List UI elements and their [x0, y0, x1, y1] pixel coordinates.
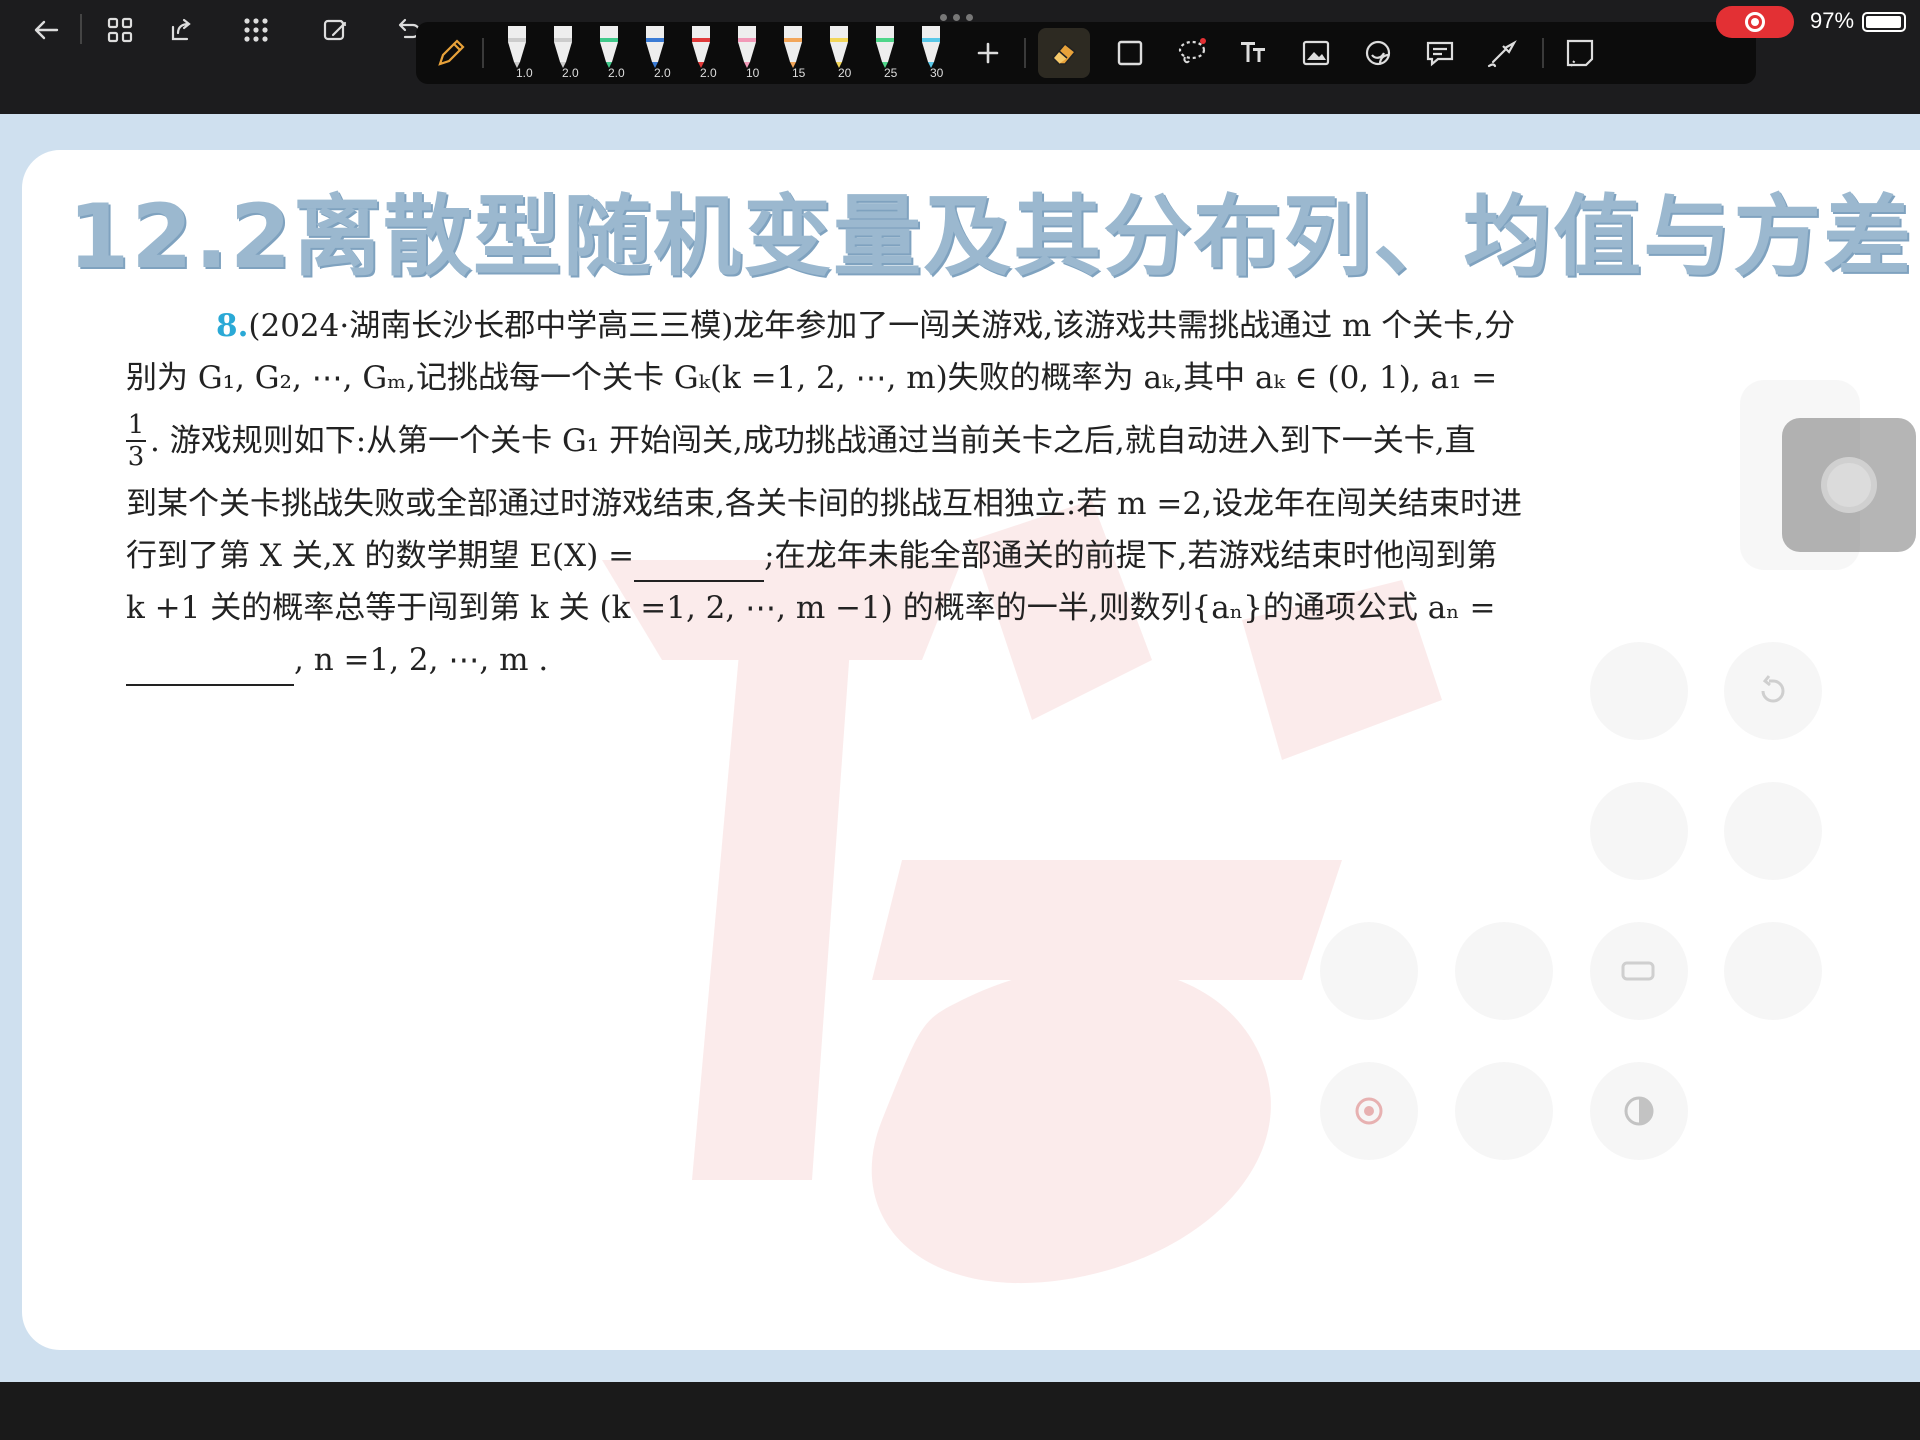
- pen-icon: [738, 26, 756, 68]
- question-text: ;在龙年未能全部通关的前提下,若游戏结束时他闯到第: [764, 538, 1498, 574]
- divider: [1542, 38, 1544, 68]
- question-block: 8.(2024·湖南长沙长郡中学高三三模)龙年参加了一闯关游戏,该游戏共需挑战通…: [126, 300, 1686, 686]
- divider: [80, 14, 82, 44]
- app-bar: 1.0 2.0 2.0 2.0 2.0 10 15 20 25 30 97%: [0, 0, 1920, 114]
- pen-icon: [508, 26, 526, 68]
- pen-icon: [922, 26, 940, 68]
- assistive-menu-ghost-button: [1320, 922, 1418, 1020]
- assistive-menu-ghost-button: [1455, 922, 1553, 1020]
- pen-preset[interactable]: 10: [726, 22, 772, 84]
- pen-preset[interactable]: 2.0: [588, 22, 634, 84]
- section-title: 12.2离散型随机变量及其分布列、均值与方差: [68, 185, 1914, 288]
- pen-icon: [830, 26, 848, 68]
- bottom-bar: [0, 1382, 1920, 1440]
- sticker-icon[interactable]: [1354, 28, 1402, 78]
- thumbnails-grid-icon[interactable]: [98, 8, 142, 52]
- image-insert-icon[interactable]: [1292, 28, 1340, 78]
- question-text: , n =1, 2, ⋯, m .: [294, 642, 549, 678]
- answer-blank-1: [634, 548, 765, 582]
- laser-pointer-icon[interactable]: [1478, 28, 1526, 78]
- fraction-denominator: 3: [127, 442, 145, 472]
- fraction-numerator: 1: [127, 410, 145, 440]
- divider: [482, 38, 484, 68]
- pen-size-label: 2.0: [654, 66, 671, 80]
- assistive-touch-button[interactable]: [1782, 418, 1916, 552]
- edit-page-icon[interactable]: [314, 8, 358, 52]
- screen-recording-indicator[interactable]: [1716, 6, 1794, 38]
- pen-size-label: 20: [838, 66, 852, 80]
- pen-preset[interactable]: 2.0: [680, 22, 726, 84]
- pen-preset[interactable]: 30: [910, 22, 956, 84]
- pen-size-label: 30: [930, 66, 944, 80]
- assistive-menu-ghost-button: [1590, 782, 1688, 880]
- assistive-menu-ghost-button: [1724, 922, 1822, 1020]
- battery-ghost-icon: [1590, 922, 1688, 1020]
- text-tool-icon[interactable]: [1230, 28, 1278, 78]
- question-text: . 游戏规则如下:从第一个关卡 G₁ 开始闯关,成功挑战通过当前关卡之后,就自动…: [150, 423, 1476, 459]
- pen-size-label: 2.0: [700, 66, 717, 80]
- assistive-touch-knob: [1821, 457, 1877, 513]
- divider: [1024, 38, 1026, 68]
- pen-preset[interactable]: 15: [772, 22, 818, 84]
- comment-icon[interactable]: [1416, 28, 1464, 78]
- document-page[interactable]: 12.2离散型随机变量及其分布列、均值与方差 8.(2024·湖南长沙长郡中学高…: [22, 150, 1920, 1350]
- pen-size-label: 1.0: [516, 66, 533, 80]
- question-text: 行到了第 X 关,X 的数学期望 E(X) =: [126, 538, 635, 574]
- question-text: (2024·湖南长沙长郡中学高三三模)龙年参加了一闯关游戏,该游戏共需挑战通过 …: [248, 308, 1516, 344]
- contrast-icon: [1590, 1062, 1688, 1160]
- pen-preset[interactable]: 20: [818, 22, 864, 84]
- pen-icon: [554, 26, 572, 68]
- pen-preset[interactable]: 1.0: [496, 22, 542, 84]
- pen-icon: [600, 26, 618, 68]
- question-line-2: 别为 G₁, G₂, ⋯, Gₘ,记挑战每一个关卡 Gₖ(k =1, 2, ⋯,…: [126, 360, 1498, 396]
- pen-preset[interactable]: 2.0: [634, 22, 680, 84]
- pen-icon: [692, 26, 710, 68]
- question-line-5: 行到了第 X 关,X 的数学期望 E(X) = ;在龙年未能全部通关的前提下,若游…: [126, 530, 1686, 582]
- crop-select-icon[interactable]: [1556, 28, 1604, 78]
- pen-size-label: 2.0: [608, 66, 625, 80]
- assistive-menu-ghost-button: [1455, 1062, 1553, 1160]
- pen-size-label: 10: [746, 66, 760, 80]
- battery-percentage: 97%: [1810, 8, 1855, 33]
- pen-icon: [784, 26, 802, 68]
- fraction: 13: [126, 410, 146, 472]
- pen-size-label: 15: [792, 66, 806, 80]
- pen-preset[interactable]: 2.0: [542, 22, 588, 84]
- battery-icon: [1862, 12, 1906, 32]
- pen-toolbar: 1.0 2.0 2.0 2.0 2.0 10 15 20 25 30: [416, 22, 1756, 84]
- rotate-icon: [1724, 642, 1822, 740]
- record-ghost-icon: [1320, 1062, 1418, 1160]
- add-pen-icon[interactable]: [966, 28, 1010, 78]
- assistive-menu-ghost-button: [1724, 782, 1822, 880]
- pen-preset[interactable]: 25: [864, 22, 910, 84]
- question-line-1: 8.(2024·湖南长沙长郡中学高三三模)龙年参加了一闯关游戏,该游戏共需挑战通…: [126, 300, 1686, 352]
- answer-blank-2: [126, 652, 294, 686]
- record-icon: [1745, 12, 1765, 32]
- eraser-icon[interactable]: [1038, 28, 1090, 78]
- toolbar-drag-handle[interactable]: [940, 14, 980, 22]
- pen-icon: [876, 26, 894, 68]
- question-line-4: 到某个关卡挑战失败或全部通过时游戏结束,各关卡间的挑战互相独立:若 m =2,设…: [126, 486, 1522, 522]
- question-line-3: 13. 游戏规则如下:从第一个关卡 G₁ 开始闯关,成功挑战通过当前关卡之后,就…: [126, 404, 1686, 478]
- shape-rectangle-icon[interactable]: [1106, 28, 1154, 78]
- back-arrow-icon[interactable]: [24, 8, 68, 52]
- assistive-menu-ghost-button: [1590, 642, 1688, 740]
- pencil-bluetooth-icon[interactable]: [426, 28, 476, 78]
- pen-icon: [646, 26, 664, 68]
- pen-size-label: 2.0: [562, 66, 579, 80]
- share-export-icon[interactable]: [158, 8, 202, 52]
- pen-size-label: 25: [884, 66, 898, 80]
- lasso-select-icon[interactable]: [1168, 28, 1216, 78]
- question-number: 8.: [216, 308, 249, 344]
- question-line-7: , n =1, 2, ⋯, m .: [126, 634, 1686, 686]
- apps-grid-icon[interactable]: [234, 8, 278, 52]
- question-line-6: k +1 关的概率总等于闯到第 k 关 (k =1, 2, ⋯, m −1) 的…: [126, 590, 1496, 626]
